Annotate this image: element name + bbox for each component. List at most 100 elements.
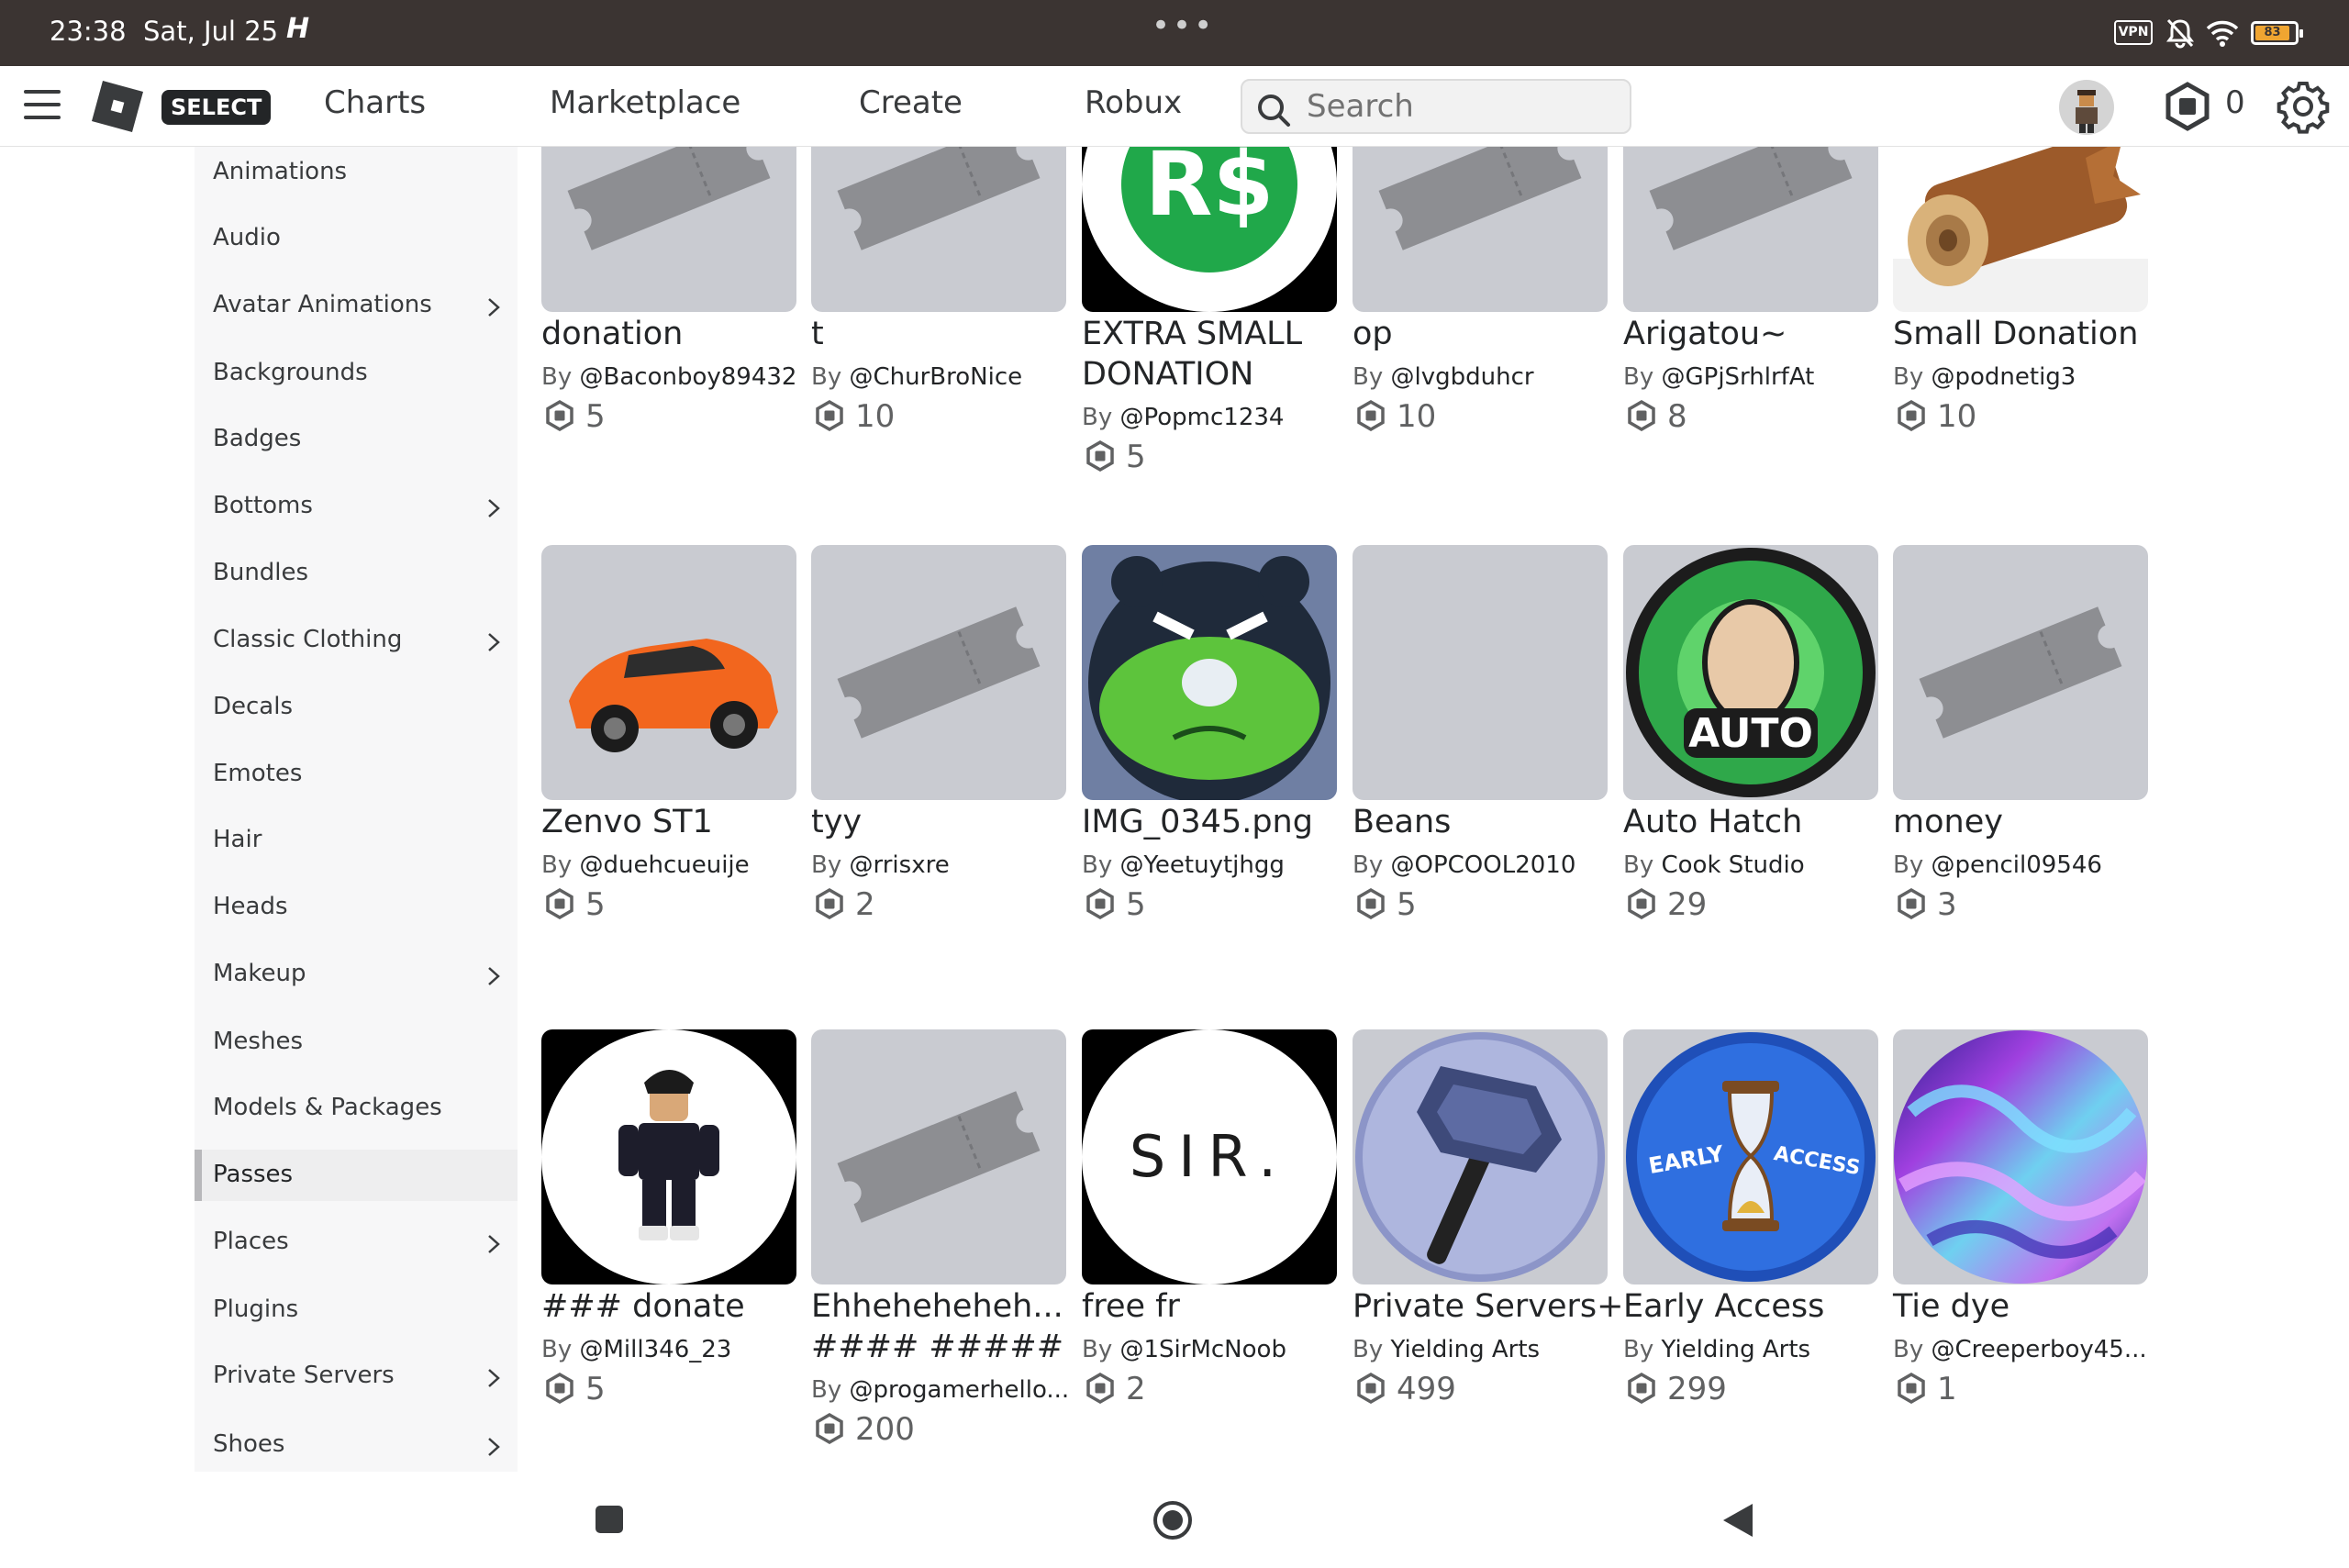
sidebar-item-plugins[interactable]: Plugins — [195, 1284, 518, 1336]
item-creator[interactable]: By @Mill346_23 — [541, 1336, 731, 1363]
sidebar-item-classic-clothing[interactable]: Classic Clothing — [195, 615, 518, 666]
sidebar-item-meshes[interactable]: Meshes — [195, 1017, 518, 1068]
item-thumbnail[interactable]: SIR. — [1082, 1029, 1337, 1284]
item-creator[interactable]: By @Yeetuytjhgg — [1082, 851, 1285, 879]
nav-robux[interactable]: Robux — [1085, 84, 1182, 121]
recent-apps-icon[interactable] — [595, 1505, 624, 1534]
sidebar-item-audio[interactable]: Audio — [195, 213, 518, 264]
menu-icon[interactable] — [24, 90, 61, 121]
chevron-right-icon — [488, 499, 500, 517]
chevron-right-icon — [488, 1235, 500, 1253]
robux-icon — [1357, 1373, 1385, 1404]
item-title[interactable]: donation — [541, 314, 683, 354]
robux-icon[interactable] — [2162, 81, 2213, 132]
sidebar-item-models-packages[interactable]: Models & Packages — [195, 1083, 518, 1134]
item-creator[interactable]: By @Popmc1234 — [1082, 404, 1284, 431]
search-box[interactable] — [1241, 79, 1631, 134]
item-title[interactable]: Ehheheheheh... — [811, 1286, 1063, 1327]
item-creator[interactable]: By Yielding Arts — [1623, 1336, 1810, 1363]
sidebar-item-private-servers[interactable]: Private Servers — [195, 1351, 518, 1402]
home-circle-icon[interactable] — [1152, 1500, 1193, 1540]
settings-gear-icon[interactable] — [2276, 79, 2331, 134]
avatar[interactable] — [2059, 80, 2114, 135]
item-creator[interactable]: By @GPjSrhlrfAt — [1623, 363, 1814, 391]
nav-charts[interactable]: Charts — [324, 84, 426, 121]
item-creator[interactable]: By @lvgbduhcr — [1353, 363, 1534, 391]
item-title-line2[interactable]: #### ##### — [811, 1327, 1063, 1367]
item-title[interactable]: Small Donation — [1893, 314, 2138, 354]
item-title[interactable]: tyy — [811, 802, 862, 842]
sidebar-item-decals[interactable]: Decals — [195, 682, 518, 733]
item-creator[interactable]: By @Baconboy89432 — [541, 363, 796, 391]
item-creator[interactable]: By @OPCOOL2010 — [1353, 851, 1575, 879]
item-title[interactable]: EXTRA SMALL — [1082, 314, 1302, 354]
sidebar-item-places[interactable]: Places — [195, 1217, 518, 1268]
item-title[interactable]: op — [1353, 314, 1393, 354]
item-thumbnail[interactable] — [1893, 545, 2148, 800]
item-creator[interactable]: By @pencil09546 — [1893, 851, 2102, 879]
item-thumbnail[interactable] — [1893, 1029, 2148, 1284]
item-creator[interactable]: By @rrisxre — [811, 851, 950, 879]
sidebar-item-shoes[interactable]: Shoes — [195, 1419, 518, 1471]
item-title[interactable]: Zenvo ST1 — [541, 802, 713, 842]
item-creator[interactable]: By @1SirMcNoob — [1082, 1336, 1286, 1363]
sidebar-item-backgrounds[interactable]: Backgrounds — [195, 348, 518, 399]
item-thumbnail[interactable] — [541, 1029, 796, 1284]
search-input[interactable] — [1307, 88, 1619, 125]
sidebar-item-bundles[interactable]: Bundles — [195, 548, 518, 599]
more-dots-icon[interactable]: ••• — [1152, 7, 1215, 44]
item-title[interactable]: Early Access — [1623, 1286, 1824, 1327]
chevron-right-icon — [488, 1438, 500, 1456]
item-title[interactable]: free fr — [1082, 1286, 1180, 1327]
robux-balance[interactable]: 0 — [2225, 84, 2245, 121]
item-title[interactable]: money — [1893, 802, 2003, 842]
sidebar-item-emotes[interactable]: Emotes — [195, 749, 518, 800]
item-title[interactable]: Auto Hatch — [1623, 802, 1802, 842]
item-thumbnail[interactable]: AUTO — [1623, 545, 1878, 800]
item-thumbnail[interactable] — [1353, 545, 1608, 800]
robux-icon — [1898, 1373, 1925, 1404]
item-creator[interactable]: By @podnetig3 — [1893, 363, 2076, 391]
nav-create[interactable]: Create — [859, 84, 963, 121]
item-title[interactable]: ### donate — [541, 1286, 745, 1327]
item-creator[interactable]: By Yielding Arts — [1353, 1336, 1540, 1363]
item-thumbnail[interactable] — [811, 545, 1066, 800]
item-title[interactable]: Beans — [1353, 802, 1451, 842]
nav-marketplace[interactable]: Marketplace — [550, 84, 740, 121]
sidebar-item-passes[interactable]: Passes — [195, 1150, 518, 1201]
sidebar-item-bottoms[interactable]: Bottoms — [195, 481, 518, 532]
robux-icon — [1357, 400, 1385, 431]
sidebar-item-badges[interactable]: Badges — [195, 414, 518, 465]
item-title-line2[interactable]: DONATION — [1082, 354, 1253, 395]
pass-ticket-icon — [836, 605, 1041, 740]
sidebar-item-heads[interactable]: Heads — [195, 882, 518, 933]
item-creator[interactable]: By @ChurBroNice — [811, 363, 1022, 391]
select-badge[interactable]: SELECT — [161, 90, 272, 125]
sidebar-item-makeup[interactable]: Makeup — [195, 949, 518, 1000]
status-time: 23:38 Sat, Jul 25 — [50, 16, 279, 47]
item-thumbnail[interactable]: EARLY ACCESS — [1623, 1029, 1878, 1284]
tie-dye-swirl-icon — [1894, 1030, 2147, 1284]
item-title[interactable]: t — [811, 314, 824, 354]
item-creator[interactable]: By @duehcueuije — [541, 851, 750, 879]
item-thumbnail[interactable] — [1353, 1029, 1608, 1284]
battery-icon: 83 — [2251, 21, 2303, 45]
item-creator[interactable]: By Cook Studio — [1623, 851, 1805, 879]
sidebar-item-animations[interactable]: Animations — [195, 147, 518, 198]
item-title[interactable]: Private Servers+ — [1353, 1286, 1623, 1327]
svg-text:SIR.: SIR. — [1130, 1123, 1289, 1190]
back-triangle-icon[interactable] — [1721, 1502, 1754, 1539]
item-title[interactable]: Tie dye — [1893, 1286, 2009, 1327]
sidebar-item-hair[interactable]: Hair — [195, 815, 518, 866]
roblox-logo[interactable] — [90, 79, 145, 134]
item-thumbnail[interactable] — [811, 1029, 1066, 1284]
item-title[interactable]: IMG_0345.png — [1082, 802, 1313, 842]
item-thumbnail[interactable] — [541, 545, 796, 800]
sidebar-item-avatar-animations[interactable]: Avatar Animations — [195, 280, 518, 331]
item-title[interactable]: Arigatou~ — [1623, 314, 1787, 354]
item-creator[interactable]: By @Creeperboy45... — [1893, 1336, 2147, 1363]
item-creator[interactable]: By @progamerhello... — [811, 1376, 1069, 1404]
notification-icon: H — [286, 13, 310, 45]
item-thumbnail[interactable] — [1082, 545, 1337, 800]
svg-text:R$: R$ — [1145, 133, 1275, 236]
